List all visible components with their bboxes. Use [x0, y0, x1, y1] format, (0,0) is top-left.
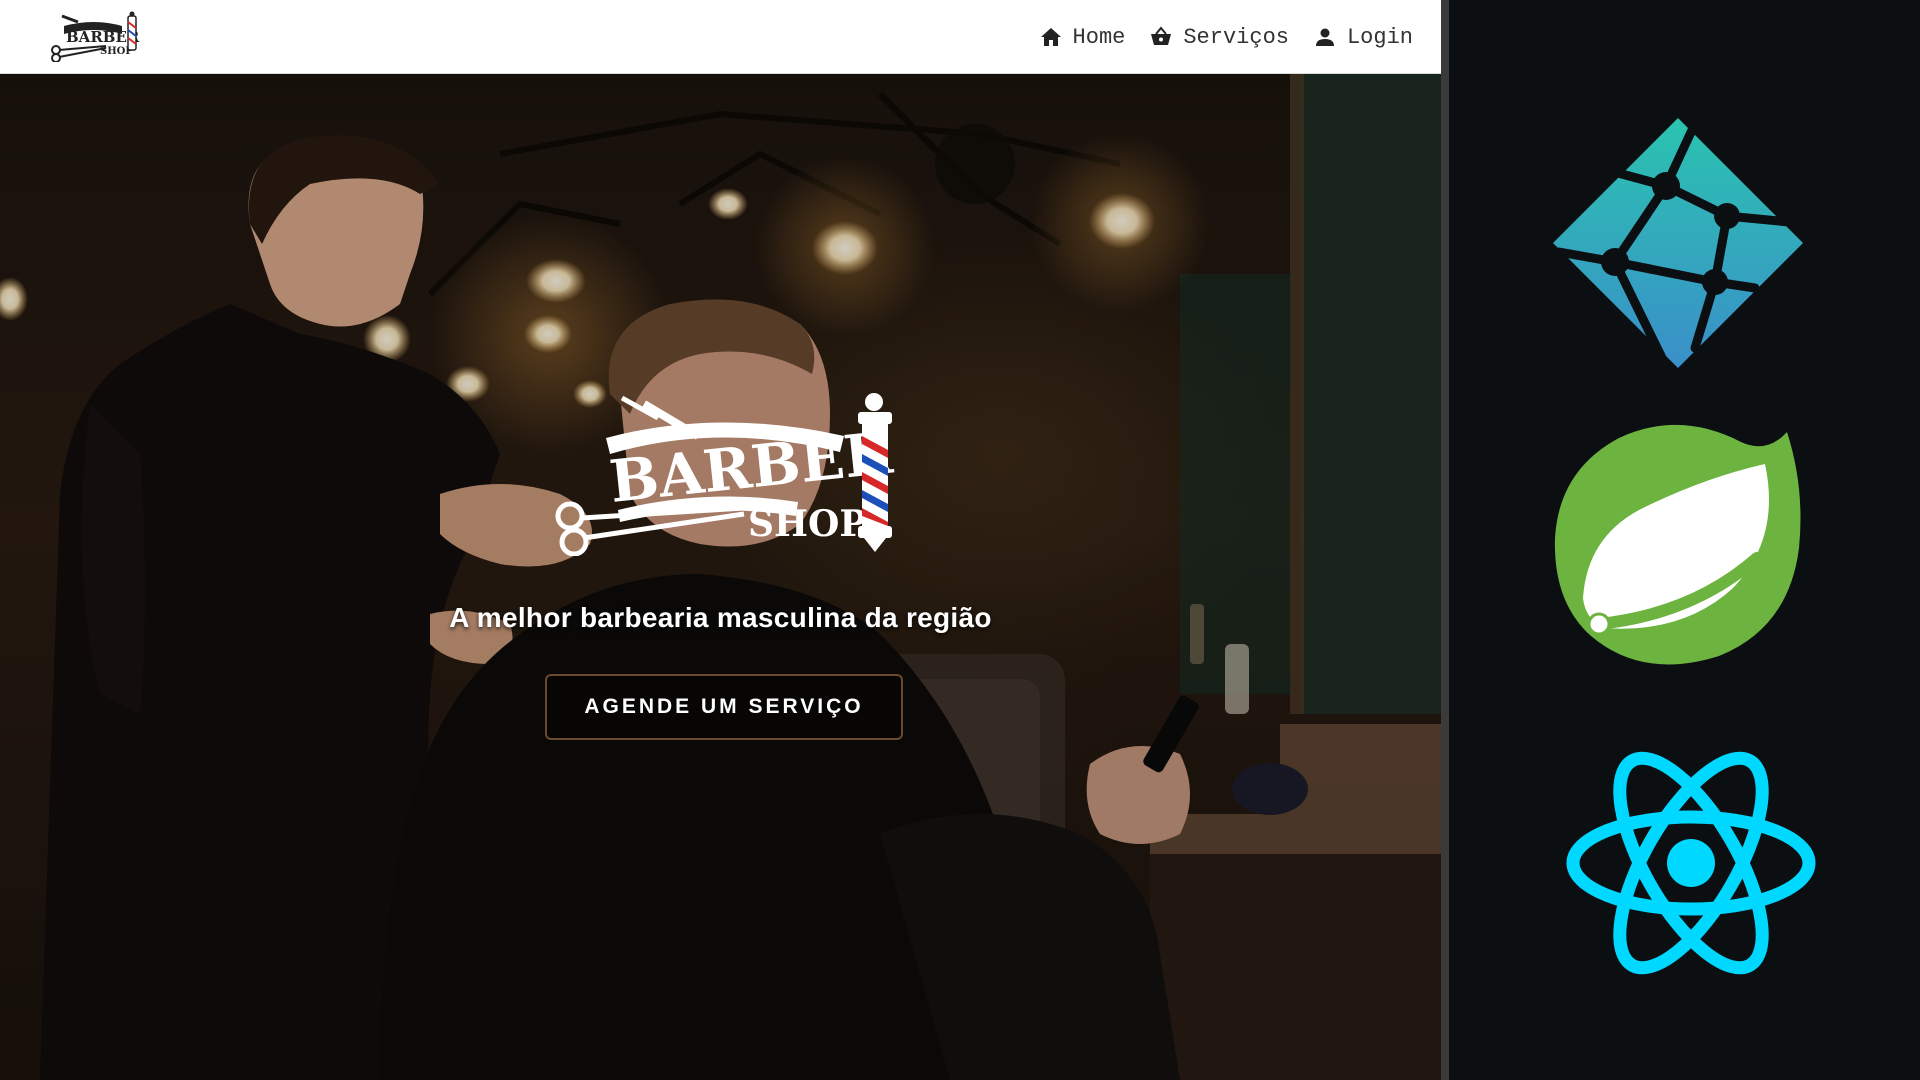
hero-background-photo — [0, 74, 1441, 1080]
panel-divider — [1441, 0, 1449, 1080]
hero-barber-shop-logo: BARBER SHOP — [555, 393, 896, 556]
website-screenshot: BARBER SHOP Home Serviços Login BARBER S… — [0, 0, 1441, 1080]
nav-links: Home Serviços Login — [1039, 0, 1413, 74]
navbar: BARBER SHOP Home Serviços Login — [0, 0, 1441, 74]
react-icon — [1566, 751, 1816, 975]
hero-tagline: A melhor barbearia masculina da região — [449, 602, 992, 633]
nav-servicos[interactable]: Serviços — [1149, 25, 1289, 50]
nav-servicos-label: Serviços — [1183, 24, 1289, 50]
netlify-icon — [1553, 118, 1803, 369]
hero-logo-word-shop: SHOP — [748, 503, 866, 545]
barber-pole-icon — [858, 393, 892, 552]
tech-stack-panel — [1449, 0, 1920, 1080]
spring-icon — [1554, 424, 1801, 665]
nav-home-label: Home — [1072, 24, 1126, 50]
nav-login[interactable]: Login — [1313, 25, 1413, 50]
barber-shop-logo[interactable]: BARBER SHOP — [48, 10, 140, 62]
hero-section: BARBER SHOP A melhor barbearia masculina… — [0, 74, 1441, 1080]
schedule-service-button[interactable]: AGENDE UM SERVIÇO — [545, 674, 903, 740]
user-icon — [1315, 28, 1334, 46]
nav-login-label: Login — [1346, 24, 1413, 50]
home-icon — [1040, 28, 1061, 46]
nav-home[interactable]: Home — [1039, 24, 1126, 50]
basket-icon — [1151, 26, 1172, 45]
